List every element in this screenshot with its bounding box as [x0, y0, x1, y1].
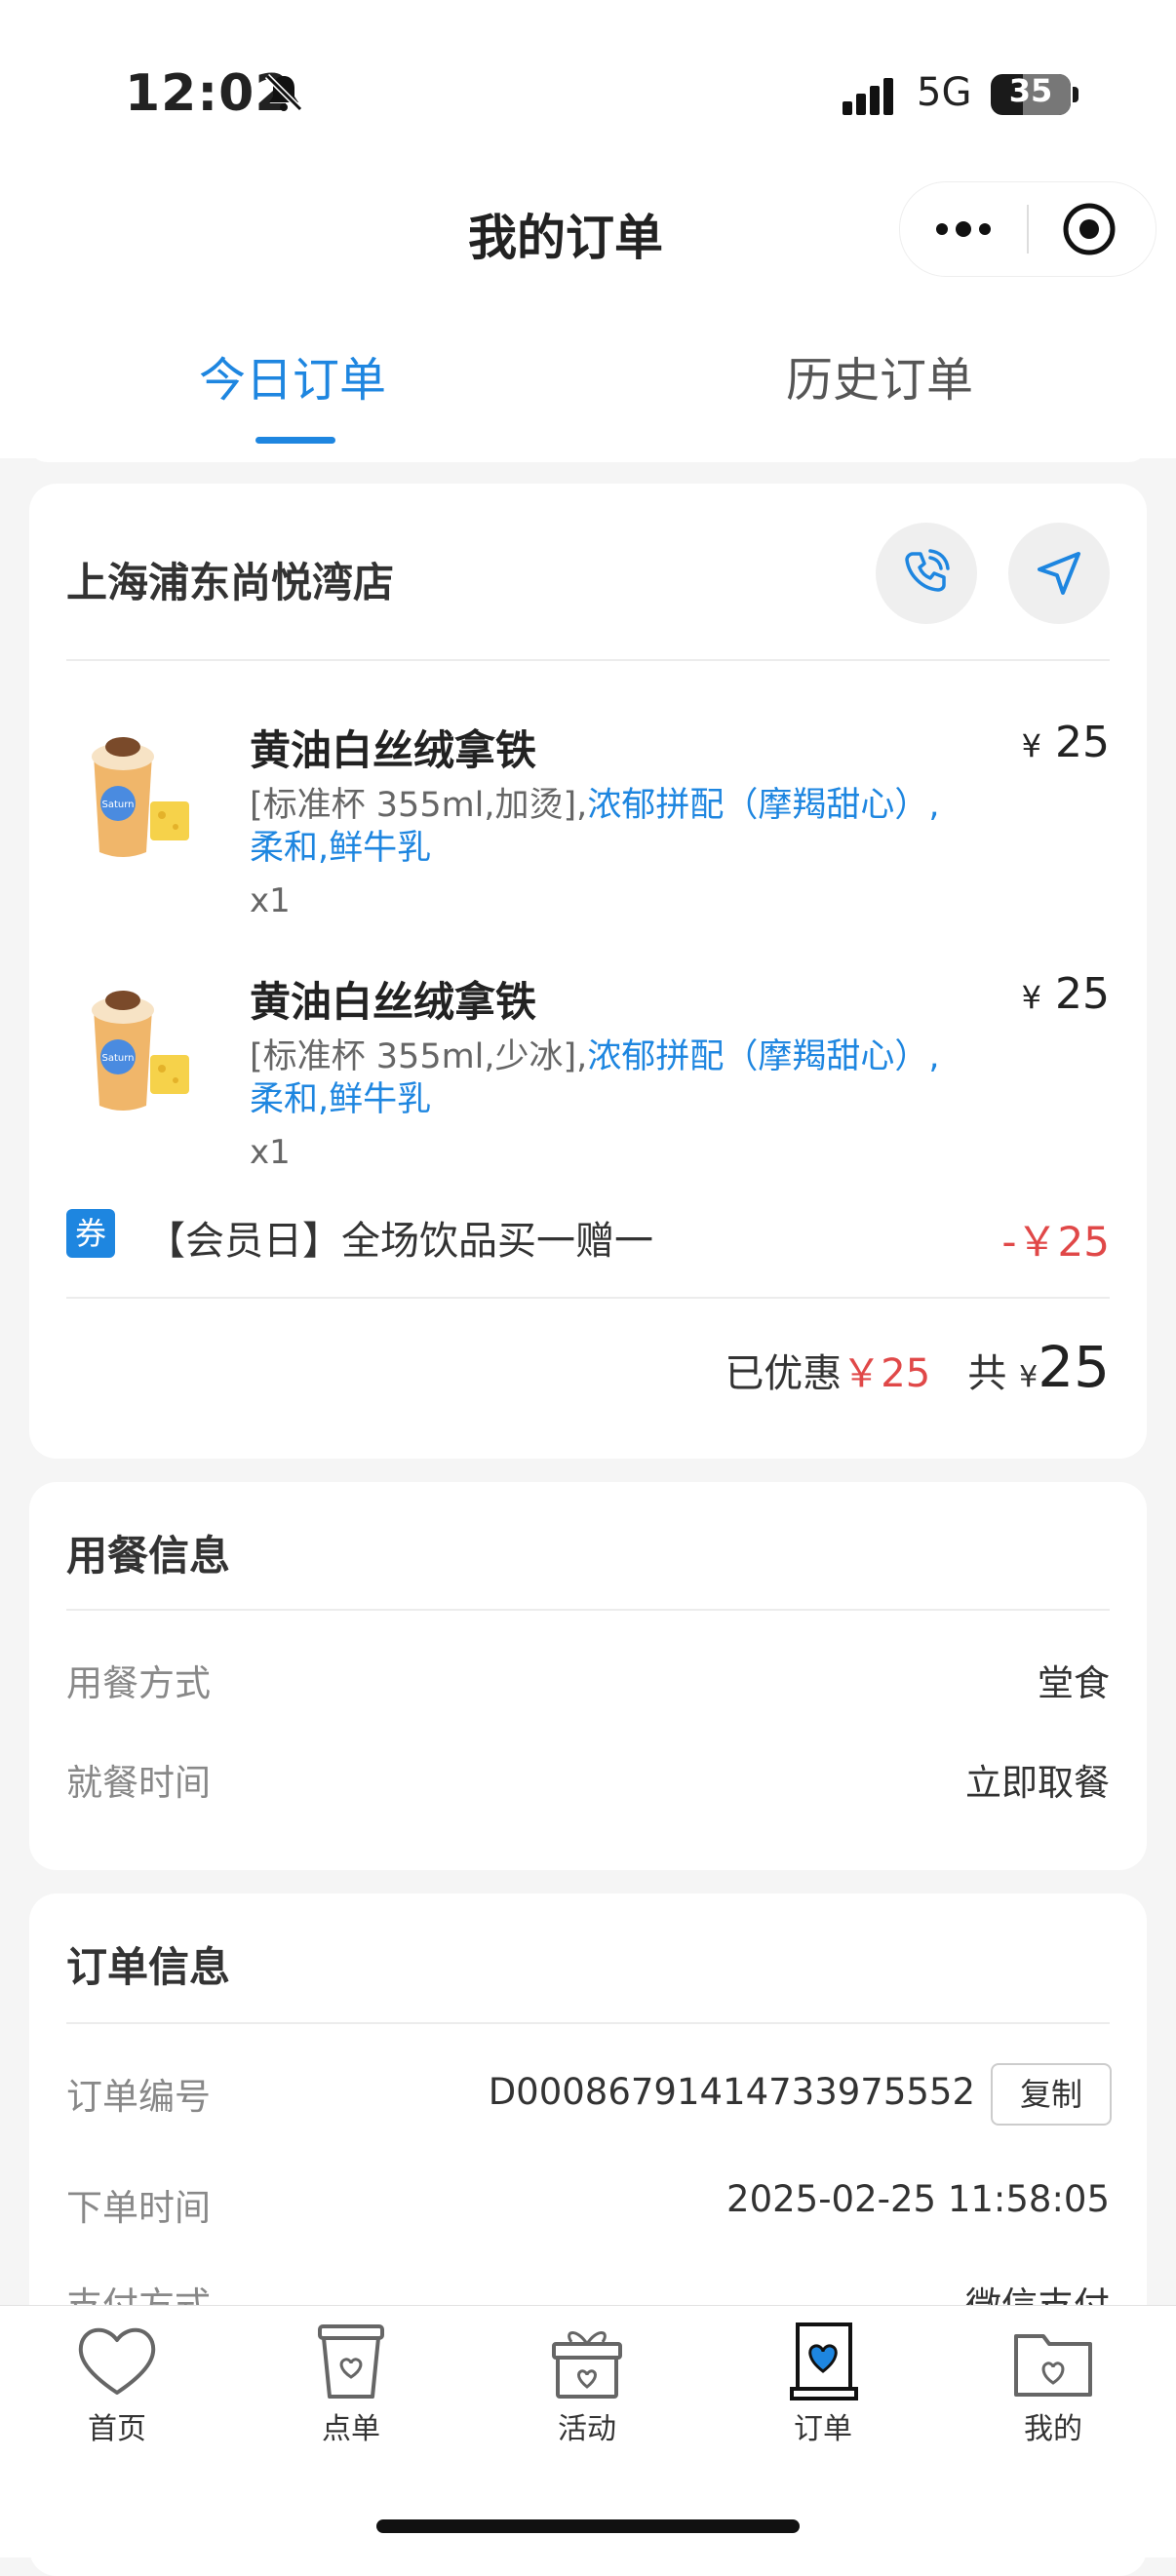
signal-icon	[843, 78, 893, 115]
discount-label: 已优惠	[725, 1351, 843, 1396]
cup-icon	[318, 2324, 384, 2399]
order-time-value: 2025-02-25 11:58:05	[726, 2178, 1110, 2220]
tab-orders[interactable]: 订单	[745, 2321, 901, 2447]
product-image: Saturn	[92, 737, 189, 857]
svg-text:Saturn: Saturn	[101, 800, 134, 810]
divider	[66, 1297, 1110, 1299]
product-name: 黄油白丝绒拿铁	[250, 978, 537, 1026]
divider	[66, 1609, 1110, 1611]
dining-method-value: 堂食	[1038, 1662, 1110, 1704]
coupon-description: 【会员日】全场饮品买一赠一	[146, 1219, 653, 1264]
tab-label: 点单	[322, 2412, 380, 2446]
order-icon	[790, 2322, 858, 2400]
coupon-badge: 券	[66, 1209, 115, 1258]
navigation-arrow-icon	[1038, 552, 1080, 595]
tab-home[interactable]: 首页	[39, 2321, 195, 2447]
battery-percent: 35	[1008, 72, 1053, 109]
total-label: 共	[967, 1351, 1007, 1396]
order-summary: 已优惠￥25 共 ¥25	[293, 1334, 1110, 1400]
product-name: 黄油白丝绒拿铁	[250, 726, 537, 774]
total-value: 25	[1038, 1334, 1110, 1400]
previous-card-edge	[29, 445, 1147, 462]
dining-time-label: 就餐时间	[66, 1762, 211, 1804]
more-icon[interactable]	[928, 207, 999, 252]
heart-icon	[78, 2327, 156, 2395]
product-spec: [标准杯 355ml,少冰],浓郁拼配（摩羯甜心）, 柔和,鲜牛乳	[250, 1037, 940, 1119]
product-price: ¥ 25	[1021, 969, 1110, 1019]
svg-text:Saturn: Saturn	[101, 1053, 134, 1064]
tab-label: 活动	[558, 2412, 616, 2446]
discount-value: ￥25	[842, 1351, 931, 1396]
active-tab-indicator	[255, 437, 335, 444]
total-currency: ¥	[1019, 1360, 1039, 1394]
store-name: 上海浦东尚悦湾店	[66, 559, 395, 606]
gift-icon	[552, 2331, 622, 2399]
phone-icon	[905, 549, 950, 592]
tab-label: 首页	[88, 2412, 146, 2446]
battery-nub	[1073, 87, 1078, 102]
tab-profile[interactable]: 我的	[975, 2321, 1131, 2447]
product-image: Saturn	[92, 991, 189, 1111]
order-time-label: 下单时间	[66, 2187, 211, 2229]
copy-button[interactable]: 复制	[991, 2063, 1112, 2126]
profile-icon	[1014, 2334, 1092, 2397]
coupon-amount: -￥25	[1001, 1218, 1110, 1266]
tab-label: 订单	[794, 2412, 852, 2446]
dining-method-label: 用餐方式	[66, 1662, 211, 1704]
product-quantity: x1	[250, 1133, 291, 1172]
capsule-divider	[1027, 205, 1029, 254]
divider	[66, 2022, 1110, 2024]
bell-muted-icon	[264, 73, 303, 112]
order-number: D00086791414733975552	[488, 2071, 975, 2113]
tab-menu[interactable]: 点单	[273, 2321, 429, 2447]
navigate-store-button[interactable]	[1008, 523, 1110, 624]
product-quantity: x1	[250, 881, 291, 920]
tab-label: 我的	[1024, 2412, 1082, 2446]
product-price: ¥ 25	[1021, 718, 1110, 767]
network-type: 5G	[917, 70, 972, 115]
divider	[66, 659, 1110, 661]
order-number-label: 订单编号	[66, 2076, 211, 2118]
tab-activity[interactable]: 活动	[509, 2321, 665, 2447]
section-title: 订单信息	[66, 1943, 231, 1991]
product-spec: [标准杯 355ml,加烫],浓郁拼配（摩羯甜心）, 柔和,鲜牛乳	[250, 786, 940, 868]
call-store-button[interactable]	[876, 523, 977, 624]
home-indicator[interactable]	[376, 2519, 800, 2533]
tab-history-orders[interactable]: 历史订单	[685, 341, 1075, 410]
section-title: 用餐信息	[66, 1532, 231, 1580]
tab-today-orders[interactable]: 今日订单	[98, 341, 488, 410]
close-miniprogram-icon[interactable]	[1061, 201, 1117, 257]
dining-time-value: 立即取餐	[965, 1762, 1110, 1804]
